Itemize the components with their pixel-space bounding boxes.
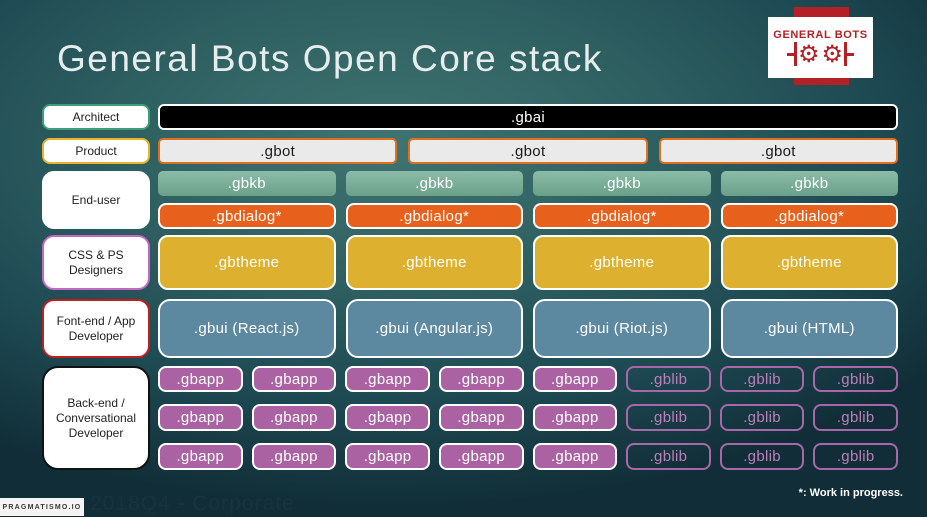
gblib-box: .gblib	[626, 443, 711, 470]
gbtheme-box: .gbtheme	[345, 235, 523, 290]
gears-icon: ⚙ ⚙	[786, 40, 855, 68]
page-title: General Bots Open Core stack	[57, 38, 603, 79]
gblib-box: .gblib	[719, 443, 805, 470]
row-gbai: .gbai	[158, 104, 898, 130]
row-gbdialog: .gbdialog* .gbdialog* .gbdialog* .gbdial…	[158, 203, 898, 229]
gbkb-box: .gbkb	[533, 171, 711, 196]
gbapp-box: .gbapp	[345, 404, 430, 431]
gbapp-box: .gbapp	[251, 443, 337, 470]
label-product: Product	[42, 138, 150, 164]
gbapp-box: .gbapp	[158, 404, 243, 431]
gbdialog-box: .gbdialog*	[345, 203, 523, 229]
row-gbapp-3: .gbapp .gbapp .gbapp .gbapp .gbapp .gbli…	[158, 443, 898, 470]
label-frontend-app-developer: Font-end / App Developer	[42, 299, 150, 358]
gbai-box: .gbai	[158, 104, 898, 130]
row-gbtheme: .gbtheme .gbtheme .gbtheme .gbtheme	[158, 235, 898, 290]
gbapp-box: .gbapp	[158, 366, 243, 392]
slide-background: General Bots Open Core stack GENERAL BOT…	[0, 0, 927, 517]
gbapp-box: .gbapp	[251, 366, 337, 392]
gbdialog-box: .gbdialog*	[720, 203, 898, 229]
gbapp-box: .gbapp	[532, 443, 618, 470]
pragmatismo-logo: PRAGMATISMO.IO	[0, 498, 84, 516]
gblib-box: .gblib	[813, 404, 898, 431]
gblib-box: .gblib	[719, 366, 805, 392]
gbtheme-box: .gbtheme	[720, 235, 898, 290]
label-end-user: End-user	[42, 171, 150, 229]
gbapp-box: .gbapp	[438, 404, 524, 431]
gbapp-box: .gbapp	[345, 443, 430, 470]
gbui-html-box: .gbui (HTML)	[720, 299, 898, 358]
row-gbot: .gbot .gbot .gbot	[158, 138, 898, 164]
gbkb-box: .gbkb	[720, 171, 898, 196]
brand-name: GENERAL BOTS	[773, 29, 868, 41]
gbui-react-box: .gbui (React.js)	[158, 299, 336, 358]
row-gbkb: .gbkb .gbkb .gbkb .gbkb	[158, 171, 898, 196]
gbkb-box: .gbkb	[345, 171, 523, 196]
gblib-box: .gblib	[719, 404, 805, 431]
gbdialog-box: .gbdialog*	[158, 203, 336, 229]
gbdialog-box: .gbdialog*	[533, 203, 711, 229]
gbapp-box: .gbapp	[251, 404, 337, 431]
gear-icon: ⚙	[821, 40, 844, 68]
gbui-riot-box: .gbui (Riot.js)	[533, 299, 711, 358]
gear-icon: ⚙	[797, 40, 820, 68]
gbapp-box: .gbapp	[532, 366, 618, 392]
label-backend-conversational-developer: Back-end / Conversational Developer	[42, 366, 150, 470]
gbtheme-box: .gbtheme	[158, 235, 336, 290]
label-css-ps-designers: CSS & PS Designers	[42, 235, 150, 290]
gbkb-box: .gbkb	[158, 171, 336, 196]
gbapp-box: .gbapp	[532, 404, 618, 431]
brand-logo: GENERAL BOTS ⚙ ⚙	[768, 17, 873, 78]
gbtheme-box: .gbtheme	[533, 235, 711, 290]
gbapp-box: .gbapp	[438, 443, 524, 470]
gear-stub-right	[847, 52, 855, 56]
gblib-box: .gblib	[813, 443, 898, 470]
footer-caption: 2018Q4 - Corporate	[90, 492, 295, 515]
work-in-progress-footnote: *: Work in progress.	[798, 487, 903, 499]
gbot-box: .gbot	[408, 138, 648, 164]
gbapp-box: .gbapp	[158, 443, 243, 470]
gear-stub-left	[786, 52, 794, 56]
row-gbapp-1: .gbapp .gbapp .gbapp .gbapp .gbapp .gbli…	[158, 366, 898, 392]
gblib-box: .gblib	[813, 366, 898, 392]
gbui-angular-box: .gbui (Angular.js)	[345, 299, 523, 358]
gbot-box: .gbot	[158, 138, 398, 164]
gbapp-box: .gbapp	[438, 366, 524, 392]
gbapp-box: .gbapp	[345, 366, 430, 392]
gbot-box: .gbot	[658, 138, 898, 164]
label-architect: Architect	[42, 104, 150, 130]
gblib-box: .gblib	[626, 404, 711, 431]
row-gbui: .gbui (React.js) .gbui (Angular.js) .gbu…	[158, 299, 898, 358]
row-gbapp-2: .gbapp .gbapp .gbapp .gbapp .gbapp .gbli…	[158, 404, 898, 431]
gblib-box: .gblib	[626, 366, 711, 392]
